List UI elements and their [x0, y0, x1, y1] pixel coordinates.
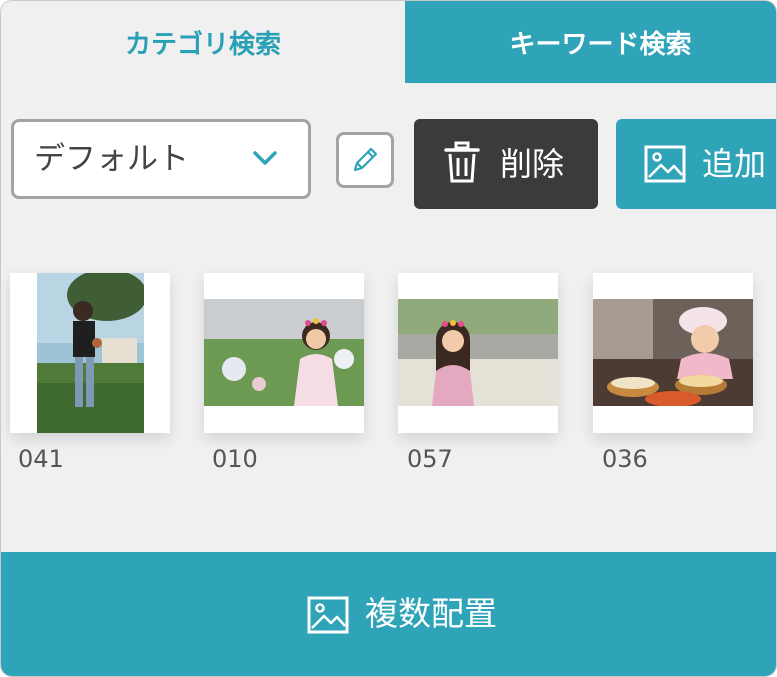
photo-number: 057: [407, 445, 453, 473]
album-select-value: デフォルト: [34, 141, 189, 177]
photo-thumbnail[interactable]: [204, 273, 364, 433]
rename-button[interactable]: [336, 132, 394, 188]
photo-number: 010: [212, 445, 258, 473]
image-icon: [644, 145, 686, 183]
photo-thumbnail[interactable]: [398, 273, 558, 433]
add-button[interactable]: 追加: [616, 119, 776, 209]
add-label: 追加: [702, 145, 767, 183]
photo-thumbnail[interactable]: [10, 273, 170, 433]
chevron-down-icon: [253, 151, 277, 165]
trash-icon: [444, 141, 480, 183]
photo-image: [398, 299, 558, 406]
photo-panel: カテゴリ検索 キーワード検索 デフォルト 削除 追加 041 010 057 0…: [0, 0, 777, 677]
pencil-icon: [353, 147, 378, 172]
multi-place-button[interactable]: 複数配置: [1, 552, 776, 676]
photo-image: [204, 299, 364, 406]
delete-label: 削除: [500, 145, 565, 183]
tab-keyword-label: キーワード検索: [509, 29, 692, 60]
image-icon: [307, 596, 349, 634]
tab-keyword-search[interactable]: キーワード検索: [405, 1, 776, 83]
tab-category-search[interactable]: カテゴリ検索: [1, 1, 405, 83]
photo-image: [593, 299, 753, 406]
album-select[interactable]: デフォルト: [11, 119, 311, 199]
photo-thumbnail[interactable]: [593, 273, 753, 433]
multi-place-label: 複数配置: [365, 594, 497, 633]
delete-button[interactable]: 削除: [414, 119, 598, 209]
photo-number: 041: [18, 445, 64, 473]
photo-number: 036: [602, 445, 648, 473]
tab-category-label: カテゴリ検索: [124, 29, 281, 60]
photo-image: [37, 273, 144, 433]
